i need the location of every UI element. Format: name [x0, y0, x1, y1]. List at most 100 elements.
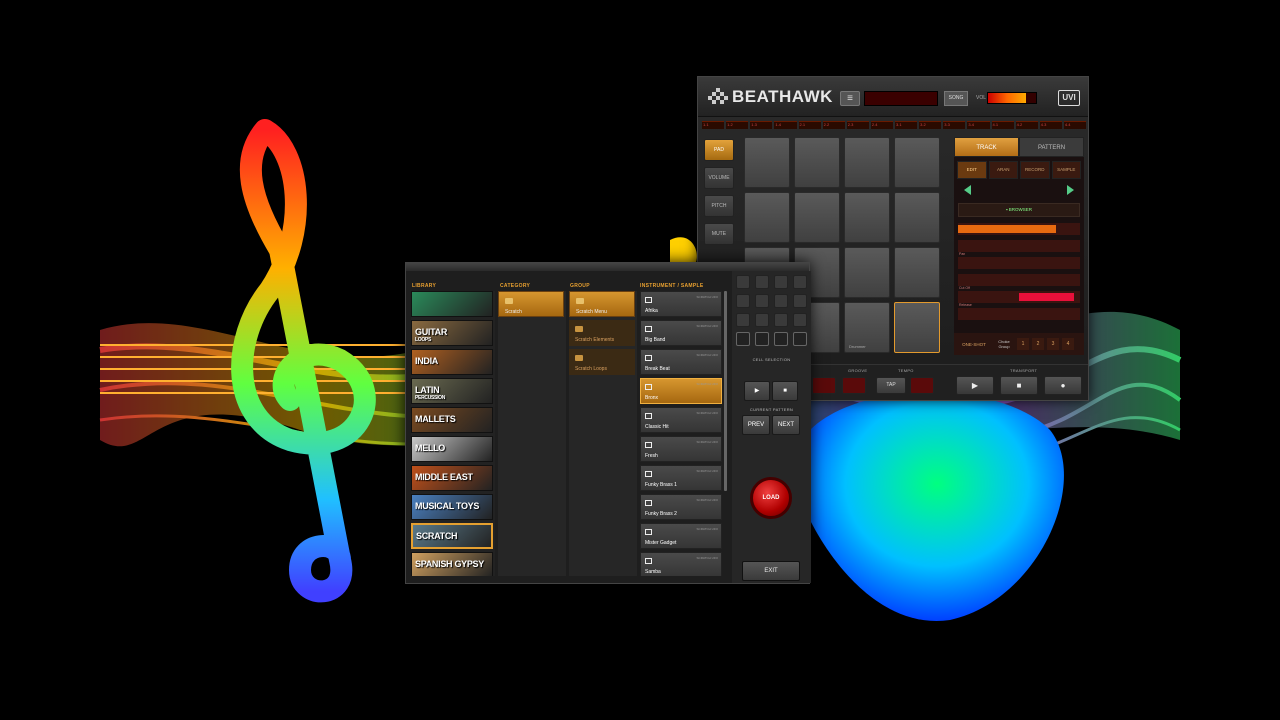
step-1.3[interactable]: 1.3 — [750, 121, 773, 129]
instrument-item[interactable]: SCRATCH UFO Bronx — [640, 378, 722, 404]
mode-button-volume[interactable]: VOLUME — [704, 167, 734, 189]
cell-11[interactable] — [774, 313, 788, 327]
preview-stop-button[interactable]: ■ — [772, 381, 798, 401]
exit-button[interactable]: EXIT — [742, 561, 800, 581]
category-item-scratch[interactable]: Scratch — [498, 291, 564, 317]
subtab-sample[interactable]: SAMPLE — [1051, 161, 1081, 179]
pad-1[interactable] — [744, 137, 790, 188]
cell-12[interactable] — [793, 313, 807, 327]
subtab-edit[interactable]: EDIT — [957, 161, 987, 179]
tempo-led[interactable] — [910, 377, 934, 394]
step-2.4[interactable]: 2.4 — [870, 121, 893, 129]
tap-button[interactable]: TAP — [876, 377, 906, 394]
param-slider[interactable] — [958, 274, 1080, 286]
instrument-item[interactable]: SCRATCH UFO Classic Hit — [640, 407, 722, 433]
instrument-item[interactable]: SCRATCH UFO Mister Gadget — [640, 523, 722, 549]
choke-group-4[interactable]: 4 — [1062, 338, 1074, 350]
cell-8[interactable] — [793, 294, 807, 308]
step-3.2[interactable]: 3.2 — [919, 121, 942, 129]
pad-8[interactable] — [894, 192, 940, 243]
pad-2[interactable] — [794, 137, 840, 188]
cell-3[interactable] — [774, 275, 788, 289]
step-3.3[interactable]: 3.3 — [943, 121, 966, 129]
library-item-spanish-gypsy[interactable]: SPANISH GYPSY — [411, 552, 493, 576]
instrument-item[interactable]: SCRATCH UFO Break Beat — [640, 349, 722, 375]
browser-button[interactable]: ▪ BROWSER — [958, 203, 1080, 217]
pad-3[interactable] — [844, 137, 890, 188]
song-button[interactable]: SONG — [944, 91, 968, 106]
library-item-guitar[interactable]: GUITAR LOOPS — [411, 320, 493, 346]
param-slider[interactable] — [958, 240, 1080, 252]
subtab-aran[interactable]: ARAN — [988, 161, 1018, 179]
mode-button-pad[interactable]: PAD — [704, 139, 734, 161]
cell-7[interactable] — [774, 294, 788, 308]
instrument-scrollbar[interactable] — [724, 291, 727, 491]
tab-track[interactable]: TRACK — [954, 137, 1019, 157]
cell-2[interactable] — [755, 275, 769, 289]
prev-arrow-icon[interactable] — [964, 185, 971, 195]
step-1.2[interactable]: 1.2 — [726, 121, 749, 129]
subtab-record[interactable]: RECORD — [1020, 161, 1050, 179]
groove-led-2[interactable] — [842, 377, 866, 394]
step-4.3[interactable]: 4.3 — [1039, 121, 1062, 129]
param-slider[interactable]: Release — [958, 303, 1080, 320]
transport-play-button[interactable]: ▶ — [956, 376, 994, 395]
step-2.3[interactable]: 2.3 — [846, 121, 869, 129]
groove-led-1[interactable] — [812, 377, 836, 394]
pad-5[interactable] — [744, 192, 790, 243]
instrument-item[interactable]: SCRATCH UFO Afrika — [640, 291, 722, 317]
library-item-musical-toys[interactable]: MUSICAL TOYS — [411, 494, 493, 520]
param-slider[interactable] — [958, 223, 1080, 235]
group-item-2[interactable]: Scratch Elements — [569, 320, 635, 346]
group-item-1[interactable]: Scratch Menu — [569, 291, 635, 317]
pad-16[interactable] — [894, 302, 940, 353]
pad-12[interactable] — [894, 247, 940, 298]
choke-group-2[interactable]: 2 — [1032, 338, 1044, 350]
tab-pattern[interactable]: PATTERN — [1019, 137, 1084, 157]
step-3.4[interactable]: 3.4 — [967, 121, 990, 129]
pad-6[interactable] — [794, 192, 840, 243]
step-4.4[interactable]: 4.4 — [1063, 121, 1086, 129]
cell-9[interactable] — [736, 313, 750, 327]
mode-button-pitch[interactable]: PITCH — [704, 195, 734, 217]
step-2.1[interactable]: 2.1 — [798, 121, 821, 129]
cell-6[interactable] — [755, 294, 769, 308]
step-2.2[interactable]: 2.2 — [822, 121, 845, 129]
choke-group-3[interactable]: 3 — [1047, 338, 1059, 350]
library-item-india[interactable]: INDIA — [411, 349, 493, 375]
next-pattern-button[interactable]: NEXT — [772, 415, 800, 435]
load-button[interactable]: LOAD — [750, 477, 792, 519]
library-item-latin[interactable]: LATIN PERCUSSION — [411, 378, 493, 404]
pad-15[interactable]: Drummer — [844, 302, 890, 353]
preview-play-button[interactable]: ▶ — [744, 381, 770, 401]
pad-11[interactable] — [844, 247, 890, 298]
next-arrow-icon[interactable] — [1067, 185, 1074, 195]
group-item-3[interactable]: Scratch Loops — [569, 349, 635, 375]
param-slider[interactable]: Pan — [958, 252, 1080, 269]
cell-16[interactable] — [793, 332, 807, 346]
cell-13[interactable] — [736, 332, 750, 346]
step-1.1[interactable]: 1.1 — [702, 121, 725, 129]
library-item-mallets[interactable]: MALLETS — [411, 407, 493, 433]
transport-record-button[interactable]: ● — [1044, 376, 1082, 395]
pad-4[interactable] — [894, 137, 940, 188]
library-item-top[interactable] — [411, 291, 493, 317]
menu-button[interactable]: ≡ — [840, 91, 860, 106]
step-1.4[interactable]: 1.4 — [774, 121, 797, 129]
transport-stop-button[interactable]: ■ — [1000, 376, 1038, 395]
choke-group-1[interactable]: 1 — [1017, 338, 1029, 350]
library-item-scratch[interactable]: SCRATCH — [411, 523, 493, 549]
step-3.1[interactable]: 3.1 — [895, 121, 918, 129]
cell-1[interactable] — [736, 275, 750, 289]
mode-button-mute[interactable]: MUTE — [704, 223, 734, 245]
cell-5[interactable] — [736, 294, 750, 308]
instrument-item[interactable]: SCRATCH UFO Fresh — [640, 436, 722, 462]
step-4.2[interactable]: 4.2 — [1015, 121, 1038, 129]
cell-15[interactable] — [774, 332, 788, 346]
param-slider[interactable]: Cut Off — [958, 286, 1080, 303]
instrument-item[interactable]: SCRATCH UFO Samba — [640, 552, 722, 576]
instrument-item[interactable]: SCRATCH UFO Funky Brass 2 — [640, 494, 722, 520]
instrument-item[interactable]: SCRATCH UFO Big Band — [640, 320, 722, 346]
library-item-middle-east[interactable]: MIDDLE EAST — [411, 465, 493, 491]
cell-10[interactable] — [755, 313, 769, 327]
